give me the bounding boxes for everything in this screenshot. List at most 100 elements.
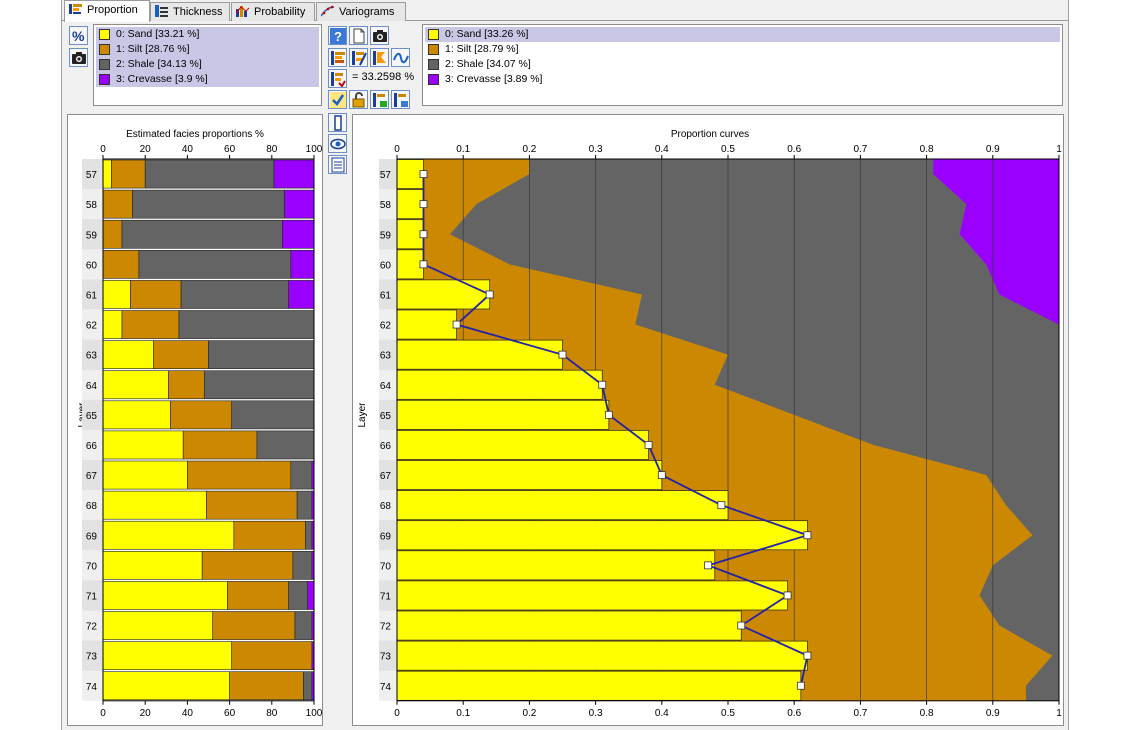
x-tick-label-bottom: 0 [394, 708, 400, 719]
chart-apply-button[interactable] [328, 69, 347, 88]
legend-item-crevasse[interactable]: 3: Crevasse [3.9 %] [96, 72, 319, 87]
legend-swatch [428, 74, 439, 85]
x-tick-label-top: 100 [306, 144, 322, 155]
legend-swatch [428, 29, 439, 40]
legend-item-shale[interactable]: 2: Shale [34.13 %] [96, 57, 319, 72]
chart-lock-icon [373, 93, 387, 107]
bar-chart-edit-button[interactable] [349, 48, 368, 67]
eye-icon [330, 138, 346, 150]
legend-label: 3: Crevasse [3.9 %] [116, 73, 208, 85]
proportion-value-readout: = 33.2598 % [352, 71, 414, 83]
sand-bar [396, 640, 808, 671]
bar-chart-edit-icon [352, 51, 367, 66]
stacked-bar-segment [102, 400, 171, 430]
legend-item-crevasse[interactable]: 3: Crevasse [3.89 %] [425, 72, 1060, 87]
right-facies-legend: 0: Sand [33.26 %] 1: Silt [28.79 %] 2: S… [422, 24, 1063, 106]
x-tick-label-bottom: 40 [182, 708, 194, 719]
x-tick-label-top: 20 [140, 144, 152, 155]
chart-unlock-button[interactable] [391, 90, 410, 109]
x-tick-label-top: 0.5 [721, 144, 735, 155]
unlock-button[interactable] [349, 90, 368, 109]
check-button[interactable] [328, 90, 347, 109]
vertical-bar-button[interactable] [328, 113, 347, 132]
svg-text:?: ? [334, 29, 342, 44]
layer-tick-label: 73 [380, 652, 392, 663]
legend-swatch [99, 59, 110, 70]
help-button[interactable]: ? [328, 26, 347, 45]
stacked-bar-segment [102, 520, 235, 550]
legend-swatch [99, 44, 110, 55]
chart-lock-button[interactable] [370, 90, 389, 109]
stacked-bar-segment [288, 581, 308, 610]
smooth-curve-button[interactable] [391, 48, 410, 67]
legend-item-sand[interactable]: 0: Sand [33.26 %] [425, 27, 1060, 42]
sand-bar [396, 430, 649, 460]
stacked-bar-segment [284, 189, 315, 219]
x-tick-label-bottom: 80 [266, 708, 278, 719]
stacked-bar-segment [121, 310, 180, 339]
view-button[interactable] [328, 134, 347, 153]
legend-label: 2: Shale [34.07 %] [445, 58, 531, 70]
curve-control-point [558, 350, 567, 359]
snapshot-left-button[interactable] [69, 48, 88, 67]
layer-tick-label: 62 [86, 321, 98, 332]
legend-item-silt[interactable]: 1: Silt [28.76 %] [96, 42, 319, 57]
stacked-bar-segment [288, 280, 315, 309]
chart-title: Proportion curves [671, 129, 749, 140]
x-tick-label-bottom: 0.2 [522, 708, 536, 719]
layer-tick-label: 57 [380, 170, 392, 181]
stacked-bar-segment [102, 581, 228, 610]
sand-bar [396, 309, 457, 340]
curve-control-point [717, 501, 726, 510]
x-tick-label-top: 0.2 [522, 144, 536, 155]
stacked-bar-segment [102, 189, 133, 219]
x-tick-label-top: 80 [266, 144, 278, 155]
proportion-tab-icon [69, 3, 83, 18]
x-tick-label-bottom: 0.1 [456, 708, 470, 719]
tab-thickness[interactable]: Thickness [150, 2, 230, 21]
layer-tick-label: 73 [86, 652, 98, 663]
x-tick-label-top: 0 [394, 144, 400, 155]
stacked-bar-segment [233, 520, 306, 550]
tab-variograms[interactable]: Variograms [316, 2, 406, 21]
tab-proportion[interactable]: Proportion [64, 0, 150, 22]
sand-bar [396, 550, 716, 581]
bar-chart-button[interactable] [328, 48, 347, 67]
legend-label: 1: Silt [28.79 %] [445, 43, 519, 55]
stacked-bar-segment [102, 460, 188, 490]
sand-bar [396, 460, 663, 490]
new-page-button[interactable] [349, 26, 368, 45]
x-tick-label-top: 0 [100, 144, 106, 155]
snapshot-button[interactable] [370, 26, 389, 45]
tab-label: Proportion [87, 4, 138, 16]
percent-button[interactable]: % [69, 26, 88, 45]
proportion-curves-chart[interactable]: Proportion curves Layer 57 58 59 60 61 62 63 64… [353, 115, 1063, 725]
legend-label: 3: Crevasse [3.89 %] [445, 73, 543, 85]
curve-chart-button[interactable] [370, 48, 389, 67]
legend-item-shale[interactable]: 2: Shale [34.07 %] [425, 57, 1060, 72]
x-tick-label-bottom: 0.3 [589, 708, 603, 719]
chart-title: Estimated facies proportions % [126, 129, 264, 140]
facies-proportions-bar-chart[interactable]: Estimated facies proportions % Layer 575… [68, 115, 323, 725]
x-tick-label-top: 60 [224, 144, 236, 155]
legend-item-sand[interactable]: 0: Sand [33.21 %] [96, 27, 319, 42]
legend-item-silt[interactable]: 1: Silt [28.79 %] [425, 42, 1060, 57]
layer-tick-label: 69 [380, 531, 392, 542]
legend-label: 2: Shale [34.13 %] [116, 58, 202, 70]
stacked-bar-segment [282, 219, 315, 249]
facies-proportion-window: Proportion Thickness Probability Variogr… [61, 0, 1069, 730]
stacked-bar-segment [111, 159, 146, 189]
tab-probability[interactable]: Probability [231, 2, 315, 21]
list-button[interactable] [328, 155, 347, 174]
legend-label: 0: Sand [33.26 %] [445, 28, 529, 40]
new-page-icon [353, 28, 365, 44]
facies-proportions-chart-panel: Estimated facies proportions % Layer 575… [67, 114, 323, 726]
layer-tick-label: 66 [380, 441, 392, 452]
curve-control-point [604, 410, 613, 419]
layer-tick-label: 67 [380, 471, 392, 482]
layer-tick-label: 64 [86, 381, 98, 392]
stacked-bar-segment [102, 490, 207, 520]
sand-bar [396, 159, 424, 189]
camera-icon [72, 52, 86, 64]
x-tick-label-top: 0.1 [456, 144, 470, 155]
